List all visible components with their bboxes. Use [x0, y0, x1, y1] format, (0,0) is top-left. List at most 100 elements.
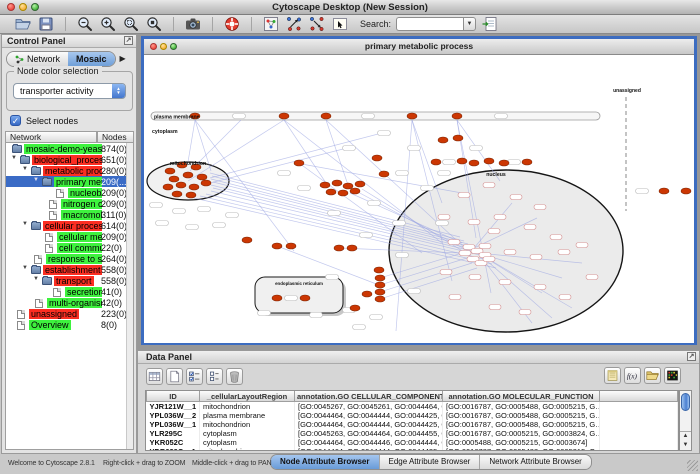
table-column-header[interactable]: ID	[147, 391, 200, 402]
network-node[interactable]	[347, 245, 357, 251]
network-node[interactable]	[321, 113, 331, 119]
network-node[interactable]	[201, 180, 211, 186]
attribute-matrix-button[interactable]	[664, 367, 681, 384]
tree-expand-icon[interactable]: ▼	[33, 177, 39, 183]
network-node[interactable]	[469, 160, 479, 166]
network-tree-row[interactable]: multi-organism pro42(0)	[6, 297, 133, 308]
zoom-in-button[interactable]	[99, 16, 117, 33]
network-tree-row[interactable]: cell communicat22(0)	[6, 242, 133, 253]
network-tree-row[interactable]: mosaic-demo-yeast874(0)	[6, 143, 133, 154]
network-tree-row[interactable]: ▼primary metabo209(...	[6, 176, 133, 187]
network-node[interactable]	[294, 160, 304, 166]
network-node[interactable]	[431, 159, 441, 165]
network-node[interactable]	[457, 158, 467, 164]
network-node[interactable]	[279, 113, 289, 119]
resize-grip[interactable]	[687, 460, 698, 471]
tree-expand-icon[interactable]: ▼	[22, 265, 28, 271]
table-column-header[interactable]: annotation.GO CELLULAR_COMPONENT	[295, 391, 443, 402]
network-node[interactable]	[522, 159, 532, 165]
select-attribute-list-button[interactable]	[186, 368, 203, 385]
network-tree-row[interactable]: cellular metabo209(0)	[6, 231, 133, 242]
attribute-row[interactable]: YDR039C__1mitochondrion[GO:0044464, GO:0…	[147, 447, 678, 451]
network-tree-row[interactable]: nitrogen compo209(0)	[6, 198, 133, 209]
tree-expand-icon[interactable]: ▼	[22, 166, 28, 172]
network-node[interactable]	[286, 243, 296, 249]
network-node[interactable]	[372, 155, 382, 161]
table-column-header[interactable]	[600, 391, 678, 402]
network-tree-row[interactable]: macromolecule311(0)	[6, 209, 133, 220]
table-column-header[interactable]: _cellularLayoutRegion	[200, 391, 295, 402]
notes-button[interactable]	[604, 367, 621, 384]
network-node[interactable]	[189, 184, 199, 190]
attribute-equation-button[interactable]: f(x)	[624, 367, 641, 384]
network-tree-row[interactable]: secretion41(0)	[6, 286, 133, 297]
select-attributes-button[interactable]	[146, 368, 163, 385]
network-node[interactable]	[197, 174, 207, 180]
graphics-details-button[interactable]	[262, 16, 280, 33]
network-tree-row[interactable]: ▼cellular process614(0)	[6, 220, 133, 231]
network-tree-row[interactable]: response to stimul264(0)	[6, 253, 133, 264]
network-node[interactable]	[374, 267, 384, 273]
network-node[interactable]	[350, 305, 360, 311]
network-node[interactable]	[176, 182, 186, 188]
network-node[interactable]	[186, 192, 196, 198]
open-file-button[interactable]	[14, 16, 32, 33]
annotation-button[interactable]	[331, 16, 349, 33]
float-data-panel-icon[interactable]: ↗	[687, 352, 696, 361]
search-dropdown-button[interactable]: ▼	[463, 17, 476, 31]
help-button[interactable]	[223, 16, 241, 33]
import-network-button[interactable]	[481, 16, 499, 33]
network-node[interactable]	[169, 176, 179, 182]
network-node[interactable]	[499, 160, 509, 166]
network-node[interactable]	[438, 137, 448, 143]
network-node[interactable]	[334, 245, 344, 251]
table-column-header[interactable]: annotation.GO MOLECULAR_FUNCTION	[443, 391, 600, 402]
network-node[interactable]	[379, 171, 389, 177]
network-tree-row[interactable]: ▼metabolic process280(0)	[6, 165, 133, 176]
attribute-row[interactable]: YPL036W__1mitochondrion[GO:0044464, GO:0…	[147, 420, 678, 429]
network-node[interactable]	[350, 188, 360, 194]
network-node[interactable]	[681, 188, 691, 194]
network-node[interactable]	[659, 188, 669, 194]
network-node[interactable]	[326, 189, 336, 195]
network-node[interactable]	[375, 282, 385, 288]
node-color-dropdown[interactable]: transporter activity ▲▼	[13, 83, 126, 99]
tree-expand-icon[interactable]: ▼	[11, 155, 17, 161]
layout-button-2[interactable]	[308, 16, 326, 33]
attribute-row[interactable]: YJR121W__1mitochondrion[GO:0045267, GO:0…	[147, 402, 678, 412]
network-node[interactable]	[338, 190, 348, 196]
data-panel-scrollbar[interactable]: ▲▼	[679, 390, 692, 451]
network-node[interactable]	[343, 183, 353, 189]
create-attribute-button[interactable]	[166, 368, 183, 385]
network-node[interactable]	[362, 291, 372, 297]
network-tree-row[interactable]: ▼establishment of lo558(0)	[6, 264, 133, 275]
network-node[interactable]	[332, 180, 342, 186]
tree-expand-icon[interactable]: ▼	[33, 276, 39, 282]
network-node[interactable]	[484, 158, 494, 164]
network-tree-row[interactable]: nucleobase-209(0)	[6, 187, 133, 198]
delete-attribute-button[interactable]	[226, 368, 243, 385]
network-node[interactable]	[242, 237, 252, 243]
attribute-row[interactable]: YKR052Ccytoplasm[GO:0044464, GO:0044446,…	[147, 438, 678, 447]
network-node[interactable]	[320, 182, 330, 188]
scrollbar-thumb[interactable]	[681, 393, 690, 411]
tab-mosaic[interactable]: Mosaic	[68, 52, 115, 66]
network-node[interactable]	[172, 191, 182, 197]
attribute-table[interactable]: ID_cellularLayoutRegionannotation.GO CEL…	[146, 391, 678, 451]
search-input[interactable]	[396, 17, 463, 31]
network-tree-row[interactable]: ▼biological_process651(0)	[6, 154, 133, 165]
snapshot-button[interactable]	[184, 16, 202, 33]
network-node[interactable]	[165, 168, 175, 174]
network-node[interactable]	[375, 275, 385, 281]
network-window-titlebar[interactable]: primary metabolic process	[144, 39, 694, 55]
zoom-selected-button[interactable]	[122, 16, 140, 33]
network-node[interactable]	[375, 296, 385, 302]
tab-network[interactable]: Network	[7, 52, 68, 66]
network-node[interactable]	[183, 172, 193, 178]
network-tree-row[interactable]: Overview8(0)	[6, 319, 133, 330]
save-session-button[interactable]	[37, 16, 55, 33]
attribute-batch-button[interactable]	[206, 368, 223, 385]
tab-scroll-right-button[interactable]: ▶	[120, 54, 126, 63]
network-node[interactable]	[375, 289, 385, 295]
network-node[interactable]	[407, 113, 417, 119]
